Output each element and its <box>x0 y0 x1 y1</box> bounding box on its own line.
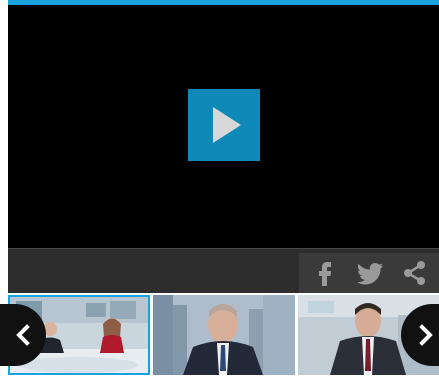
video-player[interactable] <box>8 5 439 248</box>
share-bar-divider <box>8 248 439 249</box>
twitter-icon <box>357 263 383 285</box>
share-bar <box>8 248 439 293</box>
thumbnail-image <box>153 295 295 375</box>
chevron-right-icon <box>419 324 433 346</box>
facebook-icon <box>319 262 331 286</box>
video-carousel <box>0 293 439 378</box>
share-button[interactable] <box>399 258 431 288</box>
share-icon <box>404 261 425 285</box>
video-widget <box>0 0 439 378</box>
chevron-left-icon <box>16 324 30 346</box>
play-icon <box>213 107 241 143</box>
news-anchor-thumbnail-2[interactable] <box>153 295 295 375</box>
twitter-share-button[interactable] <box>354 258 386 288</box>
share-icons-group <box>299 253 439 293</box>
play-button[interactable] <box>188 89 260 161</box>
facebook-share-button[interactable] <box>309 258 341 288</box>
